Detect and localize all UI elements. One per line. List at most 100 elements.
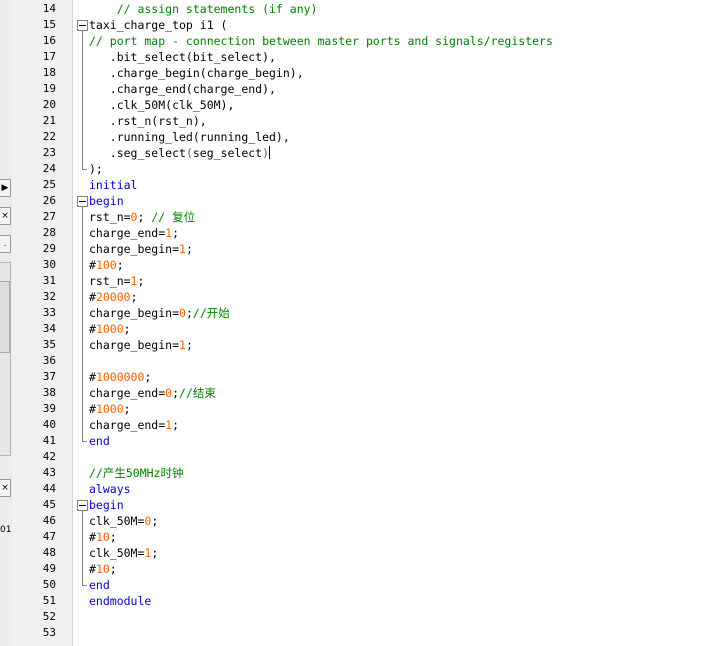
code-text: #20000; bbox=[89, 289, 138, 305]
code-line[interactable]: 42 bbox=[0, 449, 705, 465]
code-token: ; bbox=[185, 242, 193, 256]
line-number: 53 bbox=[42, 626, 56, 639]
code-text: taxi_charge_top i1 ( bbox=[89, 17, 227, 33]
line-number: 21 bbox=[42, 114, 56, 127]
code-line[interactable]: 44 always bbox=[0, 481, 705, 497]
line-number: 29 bbox=[42, 242, 56, 255]
code-token: .rst_n(rst_n), bbox=[89, 114, 207, 128]
code-token: 100 bbox=[95, 258, 117, 272]
code-token: ( bbox=[185, 146, 193, 160]
line-number: 32 bbox=[42, 290, 56, 303]
line-number: 36 bbox=[42, 354, 56, 367]
code-text: rst_n=0; // 复位 bbox=[89, 209, 195, 225]
code-line[interactable]: 15 taxi_charge_top i1 ( bbox=[0, 17, 705, 33]
code-token: begin bbox=[89, 194, 124, 208]
code-token: ; bbox=[137, 274, 145, 288]
code-token: 1000000 bbox=[95, 370, 145, 384]
code-token: endmodule bbox=[89, 594, 152, 608]
line-number: 52 bbox=[42, 610, 56, 623]
code-token: # bbox=[89, 370, 96, 384]
code-line[interactable]: 39 #1000; bbox=[0, 401, 705, 417]
code-line[interactable]: 22 .running_led(running_led), bbox=[0, 129, 705, 145]
code-line[interactable]: 50 end bbox=[0, 577, 705, 593]
code-line[interactable]: 28 charge_end=1; bbox=[0, 225, 705, 241]
code-token: .running_led(running_led), bbox=[89, 130, 290, 144]
code-line[interactable]: 47 #10; bbox=[0, 529, 705, 545]
code-line[interactable]: 40 charge_end=1; bbox=[0, 417, 705, 433]
code-text: endmodule bbox=[89, 593, 151, 609]
code-text: clk_50M=1; bbox=[89, 545, 158, 561]
code-line[interactable]: 19 .charge_end(charge_end), bbox=[0, 81, 705, 97]
code-line[interactable]: 52 bbox=[0, 609, 705, 625]
code-line[interactable]: 24); bbox=[0, 161, 705, 177]
code-line[interactable]: 18 .charge_begin(charge_begin), bbox=[0, 65, 705, 81]
code-token: ; bbox=[109, 530, 117, 544]
code-text: .bit_select(bit_select), bbox=[89, 49, 276, 65]
line-number: 41 bbox=[42, 434, 56, 447]
code-line[interactable]: 33 charge_begin=0;//开始 bbox=[0, 305, 705, 321]
code-text: charge_begin=0;//开始 bbox=[89, 305, 230, 321]
code-token: 1 bbox=[179, 242, 186, 256]
code-line[interactable]: 14 // assign statements (if any) bbox=[0, 1, 705, 17]
code-line[interactable]: 48 clk_50M=1; bbox=[0, 545, 705, 561]
line-number: 26 bbox=[42, 194, 56, 207]
code-line[interactable]: 35 charge_begin=1; bbox=[0, 337, 705, 353]
fold-guide-end bbox=[82, 441, 87, 442]
code-line[interactable]: 21 .rst_n(rst_n), bbox=[0, 113, 705, 129]
code-token: taxi_charge_top i1 ( bbox=[89, 18, 228, 32]
line-number: 39 bbox=[42, 402, 56, 415]
line-number: 34 bbox=[42, 322, 56, 335]
line-number: 37 bbox=[42, 370, 56, 383]
code-text: begin bbox=[89, 497, 124, 513]
code-line[interactable]: 30 #100; bbox=[0, 257, 705, 273]
code-token: charge_begin= bbox=[89, 242, 180, 256]
code-line[interactable]: 43 //产生50MHz时钟 bbox=[0, 465, 705, 481]
code-token: ; bbox=[130, 290, 138, 304]
code-line[interactable]: 36 bbox=[0, 353, 705, 369]
code-line[interactable]: 26 begin bbox=[0, 193, 705, 209]
line-number: 17 bbox=[42, 50, 56, 63]
code-text: #100; bbox=[89, 257, 124, 273]
code-line[interactable]: 45 begin bbox=[0, 497, 705, 513]
code-line[interactable]: 20 .clk_50M(clk_50M), bbox=[0, 97, 705, 113]
code-text: #10; bbox=[89, 561, 117, 577]
code-token: // 复位 bbox=[151, 210, 196, 224]
code-line[interactable]: 32 #20000; bbox=[0, 289, 705, 305]
line-number: 50 bbox=[42, 578, 56, 591]
code-line[interactable]: 16 // port map - connection between maste… bbox=[0, 33, 705, 49]
code-line[interactable]: 31 rst_n=1; bbox=[0, 273, 705, 289]
line-number: 25 bbox=[42, 178, 56, 191]
code-line[interactable]: 37 #1000000; bbox=[0, 369, 705, 385]
code-line[interactable]: 25 initial bbox=[0, 177, 705, 193]
code-token: //产生50MHz时钟 bbox=[89, 466, 184, 480]
line-number: 20 bbox=[42, 98, 56, 111]
code-text: .seg_select(seg_select) bbox=[89, 145, 271, 161]
fold-guide-line bbox=[82, 206, 83, 441]
code-token: 1000 bbox=[95, 402, 124, 416]
code-token: begin bbox=[89, 498, 124, 512]
code-line[interactable]: 53 bbox=[0, 625, 705, 641]
line-number: 31 bbox=[42, 274, 56, 287]
code-token: 0 bbox=[179, 306, 186, 320]
code-token: 1 bbox=[179, 338, 186, 352]
fold-guide-end bbox=[82, 585, 87, 586]
code-text: .charge_begin(charge_begin), bbox=[89, 65, 304, 81]
code-token: 10 bbox=[95, 562, 110, 576]
code-line[interactable]: 46 clk_50M=0; bbox=[0, 513, 705, 529]
line-number: 16 bbox=[42, 34, 56, 47]
code-text: rst_n=1; bbox=[89, 273, 144, 289]
code-line[interactable]: 34 #1000; bbox=[0, 321, 705, 337]
code-token: charge_end= bbox=[89, 226, 166, 240]
code-line[interactable]: 51 endmodule bbox=[0, 593, 705, 609]
code-token: charge_end= bbox=[89, 386, 166, 400]
code-line[interactable]: 29 charge_begin=1; bbox=[0, 241, 705, 257]
code-line[interactable]: 38 charge_end=0;//结束 bbox=[0, 385, 705, 401]
code-text: #1000000; bbox=[89, 369, 151, 385]
code-line[interactable]: 49 #10; bbox=[0, 561, 705, 577]
code-line[interactable]: 23 .seg_select(seg_select) bbox=[0, 145, 705, 161]
code-line[interactable]: 41 end bbox=[0, 433, 705, 449]
code-line[interactable]: 27 rst_n=0; // 复位 bbox=[0, 209, 705, 225]
code-text: ); bbox=[89, 161, 103, 177]
code-text: charge_begin=1; bbox=[89, 337, 193, 353]
code-line[interactable]: 17 .bit_select(bit_select), bbox=[0, 49, 705, 65]
